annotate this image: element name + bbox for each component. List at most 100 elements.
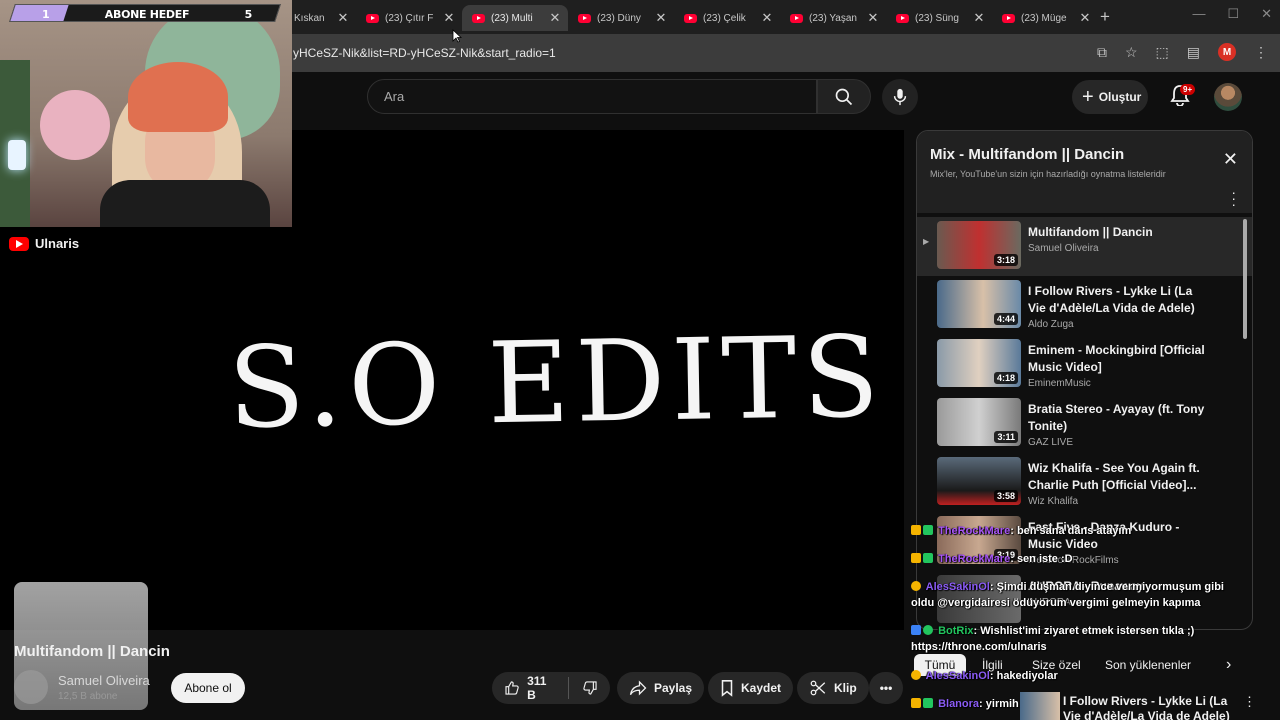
duration-badge: 3:11 [994, 431, 1018, 443]
bookmark-icon [721, 680, 733, 697]
info-badge-icon [911, 581, 921, 591]
dislike-icon[interactable] [582, 679, 598, 697]
browser-tab[interactable]: (23) Süng ✕ [886, 5, 992, 31]
tab-close-icon[interactable]: ✕ [548, 10, 562, 26]
search-button[interactable] [817, 79, 871, 114]
chat-message: AlesSakinOl: Şimdi düşman diyince vermiy… [911, 581, 1224, 593]
playlist-item-channel: Samuel Oliveira [1028, 243, 1099, 254]
like-icon[interactable] [504, 679, 520, 697]
playlist-item-title[interactable]: Wiz Khalifa - See You Again ft. Charlie … [1028, 460, 1208, 494]
playlist-item-title[interactable]: Multifandom || Dancin [1028, 224, 1208, 241]
plus-icon: + [1082, 85, 1094, 108]
browser-menu-icon[interactable]: ⋮ [1254, 44, 1268, 61]
playlist-item-channel: Wiz Khalifa [1028, 496, 1079, 507]
tab-title: Kıskan [294, 12, 325, 24]
scissors-icon [810, 680, 826, 696]
chat-text: hakediyolar [996, 670, 1058, 682]
duration-badge: 3:18 [993, 254, 1018, 266]
video-thumbnail[interactable]: 4:18 [937, 339, 1021, 387]
playlist-item-current[interactable]: ▶ 3:18 Multifandom || Dancin Samuel Oliv… [917, 217, 1252, 276]
playlist-item[interactable]: 4:44 I Follow Rivers - Lykke Li (La Vie … [917, 276, 1252, 335]
sidebar-icon[interactable]: ▤ [1187, 44, 1200, 61]
tab-close-icon[interactable]: ✕ [760, 10, 774, 26]
playlist-item[interactable]: 4:18 Eminem - Mockingbird [Official Musi… [917, 335, 1252, 394]
playlist-item[interactable]: 3:58 Wiz Khalifa - See You Again ft. Cha… [917, 453, 1252, 512]
chat-username: TheRockMare [938, 553, 1011, 565]
minimize-icon[interactable]: — [1192, 6, 1205, 22]
playlist-title[interactable]: Mix - Multifandom || Dancin [930, 146, 1124, 163]
playlist-item-title[interactable]: Bratia Stereo - Ayayay (ft. Tony Tonite) [1028, 401, 1208, 435]
profile-avatar[interactable]: M [1218, 43, 1236, 61]
crown-badge-icon [911, 698, 921, 708]
sub-badge-icon [923, 553, 933, 563]
plus-icon[interactable]: + [1100, 7, 1110, 27]
more-actions-button[interactable]: ••• [869, 672, 903, 704]
related-video-thumbnail[interactable] [1020, 692, 1060, 720]
duration-badge: 4:44 [993, 313, 1018, 325]
tab-close-icon[interactable]: ✕ [442, 10, 456, 26]
search-input[interactable]: Ara [367, 79, 817, 114]
like-count[interactable]: 311 B [527, 674, 555, 702]
more-vertical-icon[interactable]: ⋮ [1243, 694, 1256, 710]
clip-button[interactable]: Klip [797, 672, 869, 704]
extensions-icon[interactable]: ⬚ [1156, 44, 1169, 61]
chip-recent-uploads[interactable]: Son yüklenenler [1105, 654, 1191, 676]
browser-tab[interactable]: (23) Düny ✕ [568, 5, 674, 31]
channel-avatar[interactable] [14, 670, 48, 704]
related-video-title[interactable]: I Follow Rivers - Lykke Li (La Vie d'Adè… [1063, 694, 1243, 720]
browser-tab[interactable]: (23) Çelik ✕ [674, 5, 780, 31]
save-button[interactable]: Kaydet [708, 672, 794, 704]
share-button[interactable]: Paylaş [617, 672, 705, 704]
youtube-favicon-icon [790, 13, 803, 23]
playlist-item-title[interactable]: Eminem - Mockingbird [Official Music Vid… [1028, 342, 1208, 376]
subscribe-button[interactable]: Abone ol [171, 673, 245, 703]
tab-close-icon[interactable]: ✕ [1078, 10, 1092, 26]
close-icon[interactable]: ✕ [1261, 6, 1272, 22]
info-badge-icon [911, 670, 921, 680]
video-thumbnail[interactable]: 3:58 [937, 457, 1021, 505]
tab-close-icon[interactable]: ✕ [972, 10, 986, 26]
chat-text: Şimdi düşman diyince vermiyormuşum gibi [996, 581, 1224, 593]
video-thumbnail[interactable]: 4:44 [937, 280, 1021, 328]
video-thumbnail[interactable]: 3:11 [937, 398, 1021, 446]
bookmark-star-icon[interactable]: ☆ [1125, 44, 1138, 61]
video-title: Multifandom || Dancin [14, 643, 170, 660]
account-avatar[interactable] [1214, 83, 1242, 111]
playlist-item-title[interactable]: I Follow Rivers - Lykke Li (La Vie d'Adè… [1028, 283, 1208, 317]
address-bar-actions: ⧉ ☆ ⬚ ▤ M ⋮ [1097, 43, 1268, 61]
bot-badge-icon [911, 625, 921, 635]
browser-tab[interactable]: Kıskan ✕ [292, 5, 356, 31]
create-button[interactable]: + Oluştur [1072, 80, 1148, 114]
playlist-item[interactable]: 3:11 Bratia Stereo - Ayayay (ft. Tony To… [917, 394, 1252, 453]
browser-tab-active[interactable]: (23) Multi ✕ [462, 5, 568, 31]
voice-search-button[interactable] [882, 79, 918, 115]
tab-close-icon[interactable]: ✕ [654, 10, 668, 26]
maximize-icon[interactable]: ☐ [1227, 6, 1239, 22]
chat-text: yirmih [985, 698, 1019, 710]
microphone-icon [893, 88, 907, 106]
url-field[interactable]: yHCeSZ-Nik&list=RD-yHCeSZ-Nik&start_radi… [293, 46, 556, 60]
share-arrow-icon [629, 680, 647, 696]
subscriber-count: 12,5 B abone [58, 691, 118, 702]
chat-link[interactable]: https://throne.com/ulnaris [911, 641, 1047, 653]
youtube-favicon-icon [366, 13, 379, 23]
close-icon[interactable]: ✕ [1223, 149, 1238, 170]
create-label: Oluştur [1098, 90, 1142, 104]
chat-username: TheRockMare [938, 525, 1011, 537]
browser-tab[interactable]: (23) Çıtır F ✕ [356, 5, 462, 31]
chevron-right-icon[interactable]: › [1226, 654, 1231, 676]
video-thumbnail[interactable]: 3:18 [937, 221, 1021, 269]
goal-target: 5 [244, 7, 253, 21]
browser-tab[interactable]: (23) Müge ✕ [992, 5, 1098, 31]
more-vertical-icon[interactable]: · · · [1231, 185, 1236, 211]
streamer-name: Ulnaris [35, 236, 80, 251]
tab-close-icon[interactable]: ✕ [866, 10, 880, 26]
chat-message: Blanora: yirmih [911, 698, 1019, 710]
install-app-icon[interactable]: ⧉ [1097, 44, 1107, 61]
chat-text[interactable]: https://throne.com/ulnaris [911, 641, 1047, 653]
playlist-scrollbar[interactable] [1243, 219, 1247, 339]
sub-badge-icon [923, 525, 933, 535]
channel-name[interactable]: Samuel Oliveira [58, 673, 150, 688]
tab-close-icon[interactable]: ✕ [336, 10, 350, 26]
browser-tab[interactable]: (23) Yaşan ✕ [780, 5, 886, 31]
